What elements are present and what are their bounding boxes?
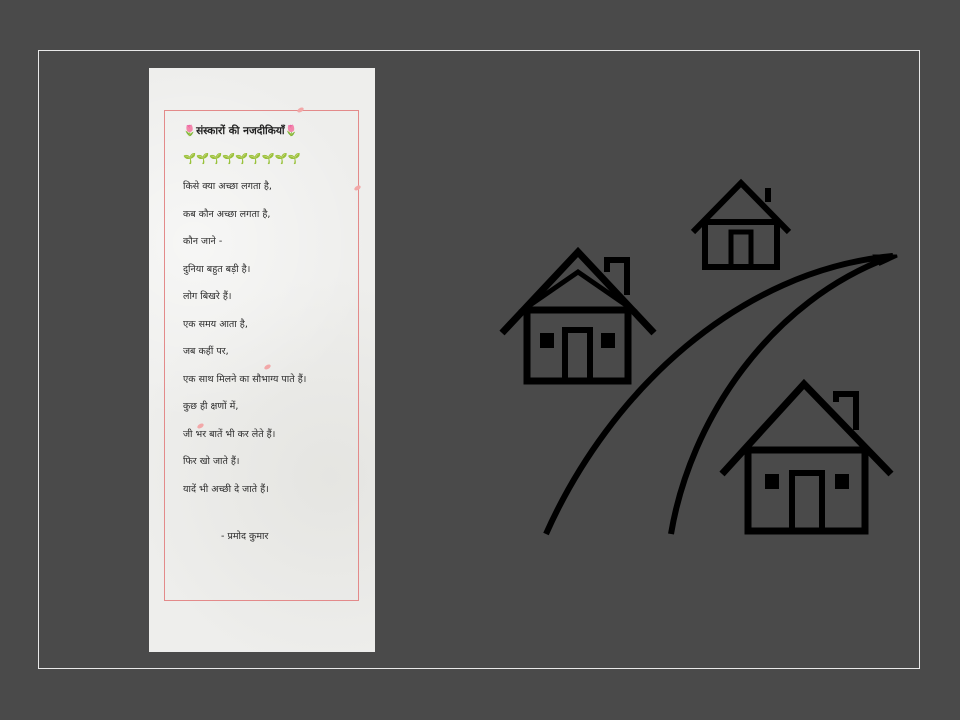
poem-line: एक समय आता है, bbox=[183, 318, 248, 330]
house-icon bbox=[690, 178, 792, 270]
poem-line: दुनिया बहुत बड़ी है। bbox=[183, 263, 251, 275]
poem-line: किसे क्या अच्छा लगता है, bbox=[183, 181, 272, 192]
poem-author: - प्रमोद कुमार bbox=[221, 531, 269, 542]
poem-line: जब कहीं पर, bbox=[183, 346, 229, 357]
house-icon bbox=[719, 378, 894, 535]
poem-line: यादें भी अच्छी दे जाते हैं। bbox=[183, 483, 269, 495]
poem-line: जी भर बातें भी कर लेते हैं। bbox=[183, 428, 276, 440]
poem-title: 🌷संस्कारों की नजदीकियाँ🌷 bbox=[183, 125, 298, 137]
poem-line: फिर खो जाते हैं। bbox=[183, 456, 240, 467]
sprout-divider: 🌱🌱🌱🌱🌱🌱🌱🌱🌱 bbox=[183, 153, 301, 165]
poem-line: कुछ ही क्षणों में, bbox=[183, 401, 239, 412]
poem-line: कब कौन अच्छा लगता है, bbox=[183, 208, 271, 220]
poem-body: किसे क्या अच्छा लगता है, कब कौन अच्छा लग… bbox=[183, 180, 306, 510]
poem-line: लोग बिखरे हैं। bbox=[183, 291, 232, 302]
poem-line: कौन जाने - bbox=[183, 236, 223, 247]
house-icon bbox=[499, 246, 657, 385]
poem-line: एक साथ मिलने का सौभाग्य पाते हैं। bbox=[183, 373, 307, 385]
houses-road-icon bbox=[499, 178, 898, 536]
poem-card: 🌷संस्कारों की नजदीकियाँ🌷 🌱🌱🌱🌱🌱🌱🌱🌱🌱 किसे … bbox=[149, 68, 375, 652]
